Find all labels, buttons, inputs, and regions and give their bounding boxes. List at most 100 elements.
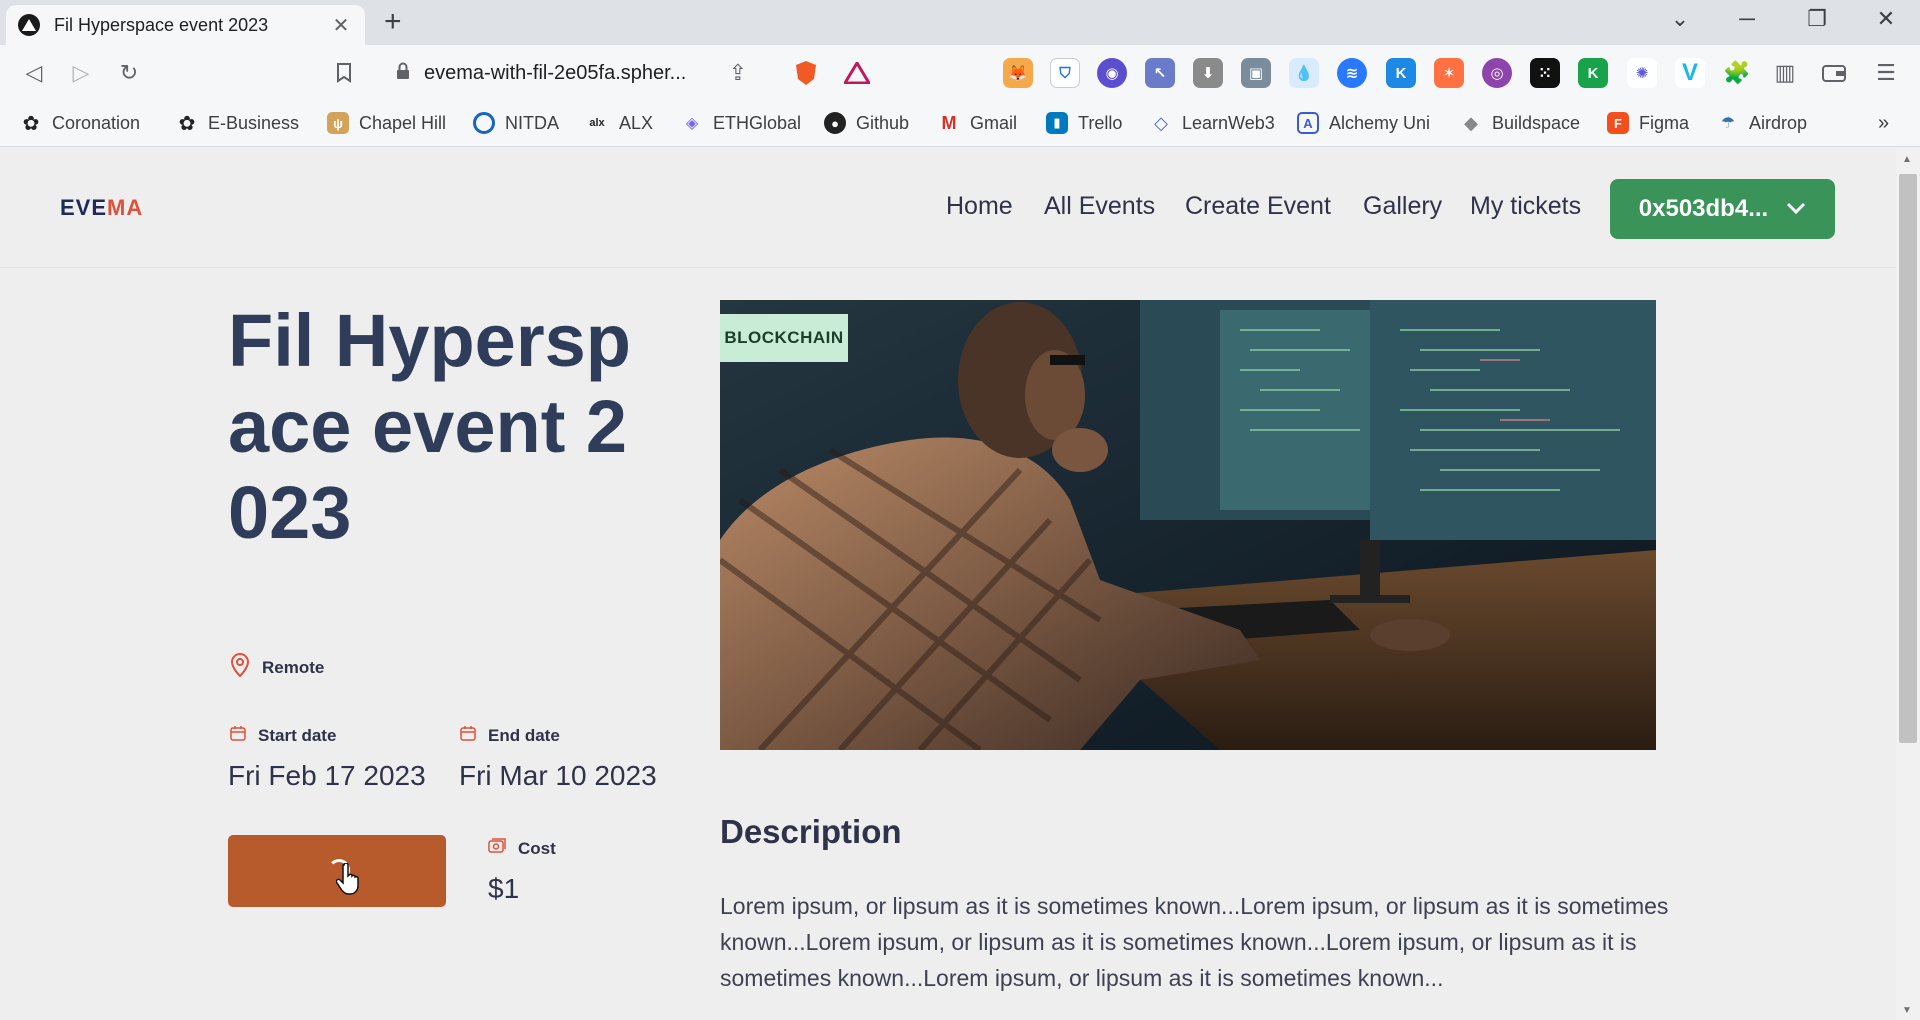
bookmark-item[interactable]: ◆ Buildspace — [1460, 110, 1580, 136]
bookmark-item[interactable]: M Gmail — [938, 110, 1018, 136]
airdrop-icon: ☂ — [1720, 115, 1736, 132]
extension-circle-icon[interactable]: ◉ — [1097, 58, 1127, 88]
bookmark-label: Chapel Hill — [359, 112, 447, 133]
browser-toolbar: ◁ ▷ ↻ evema-with-fil-2e05fa.spher... ⇪ 🦊… — [0, 45, 1920, 100]
bookmark-item[interactable]: ψ Chapel Hill — [327, 110, 446, 136]
chevron-down-icon — [1786, 199, 1806, 220]
shield-extension-icon[interactable]: ⛉ — [1050, 58, 1080, 88]
restore-icon[interactable]: ❐ — [1797, 6, 1837, 32]
nav-gallery[interactable]: Gallery — [1363, 192, 1442, 221]
bookmark-item[interactable]: ◇ LearnWeb3 — [1150, 110, 1275, 136]
bookmark-label: Airdrop — [1749, 112, 1808, 133]
brave-shields-icon[interactable] — [790, 57, 822, 89]
wallet-address: 0x503db4... — [1638, 195, 1769, 222]
bookmark-label: E-Business — [208, 112, 300, 133]
bookmark-label: Alchemy Uni — [1329, 112, 1431, 133]
close-window-icon[interactable]: ✕ — [1866, 6, 1906, 32]
scrollbar-thumb[interactable] — [1899, 174, 1917, 743]
bookmark-item[interactable]: F Figma — [1607, 110, 1689, 136]
extension-cursor-icon[interactable]: ↖ — [1145, 58, 1175, 88]
extension-image-icon[interactable]: ▣ — [1241, 58, 1271, 88]
buy-ticket-button[interactable] — [228, 835, 446, 907]
bookmark-item[interactable]: alx ALX — [585, 110, 653, 136]
gmail-icon: M — [941, 112, 957, 133]
end-date-value: Fri Mar 10 2023 — [459, 760, 657, 791]
bookmark-label: NITDA — [505, 112, 559, 133]
bookmark-item[interactable]: ✿ E-Business — [176, 110, 299, 136]
bookmark-item[interactable]: ◈ ETHGlobal — [681, 110, 801, 136]
ethglobal-icon: ◈ — [685, 115, 699, 132]
bookmark-label: LearnWeb3 — [1182, 112, 1275, 133]
event-location: Remote — [230, 652, 324, 682]
trello-icon: ▮ — [1046, 112, 1068, 134]
reload-icon[interactable]: ↻ — [113, 57, 145, 89]
back-icon[interactable]: ◁ — [18, 57, 50, 89]
end-date-label-text: End date — [488, 725, 560, 745]
bookmark-item[interactable]: ✿ Coronation — [20, 110, 140, 136]
menu-icon[interactable]: ☰ — [1870, 57, 1902, 89]
tab-search-icon[interactable]: ⌄ — [1660, 6, 1700, 32]
bookmark-label: Gmail — [970, 112, 1018, 133]
event-title: Fil Hyperspace event 2023 — [228, 299, 631, 554]
bookmark-label: ETHGlobal — [713, 112, 802, 133]
chapel-hill-icon: ψ — [327, 112, 349, 134]
browser-tab[interactable]: Fil Hyperspace event 2023 ✕ — [6, 5, 365, 45]
bookmarks-bar: ✿ Coronation ✿ E-Business ψ Chapel Hill NIT… — [0, 100, 1920, 147]
nav-home[interactable]: Home — [946, 192, 1013, 221]
cost-label-text: Cost — [518, 838, 556, 858]
site-logo[interactable]: EVEMA — [60, 195, 143, 221]
sidebar-icon[interactable]: ▥ — [1769, 57, 1801, 89]
bookmark-item[interactable]: ● Github — [824, 110, 909, 136]
end-date-label: End date — [460, 725, 560, 746]
bookmark-label: Figma — [1639, 112, 1690, 133]
event-image: BLOCKCHAIN — [720, 300, 1656, 750]
share-icon[interactable]: ⇪ — [722, 57, 754, 89]
tab-close-icon[interactable]: ✕ — [329, 13, 353, 38]
nav-all-events[interactable]: All Events — [1044, 192, 1155, 221]
learnweb3-icon: ◇ — [1154, 112, 1168, 133]
nitda-icon — [473, 112, 495, 134]
tab-favicon-icon — [18, 14, 40, 36]
extensions-puzzle-icon[interactable]: 🧩 — [1721, 57, 1753, 89]
location-pin-icon — [230, 652, 250, 682]
extension-dots-icon[interactable]: ⁙ — [1530, 58, 1560, 88]
extension-wave-icon[interactable]: ≋ — [1337, 58, 1367, 88]
new-tab-icon[interactable]: + — [384, 7, 402, 37]
metamask-icon[interactable]: 🦊 — [1003, 58, 1033, 88]
more-bookmarks-icon[interactable]: » — [1878, 110, 1889, 136]
alx-icon: alx — [589, 117, 605, 129]
bookmark-label: ALX — [619, 112, 654, 133]
bookmark-icon[interactable] — [328, 57, 360, 89]
nav-my-tickets[interactable]: My tickets — [1470, 192, 1581, 221]
bookmark-label: Coronation — [52, 112, 141, 133]
brave-rewards-icon[interactable] — [841, 57, 873, 89]
bookmark-item[interactable]: ☂ Airdrop — [1717, 110, 1807, 136]
bookmark-item[interactable]: ▮ Trello — [1046, 110, 1122, 136]
extension-v-icon[interactable]: V — [1675, 58, 1705, 88]
scroll-down-icon[interactable]: ▼ — [1902, 1005, 1912, 1016]
extension-download-icon[interactable]: ⬇ — [1193, 58, 1223, 88]
address-bar[interactable]: evema-with-fil-2e05fa.spher... — [378, 52, 918, 94]
bookmark-label: Trello — [1078, 112, 1123, 133]
bookmark-item[interactable]: NITDA — [473, 110, 559, 136]
wallet-icon[interactable] — [1818, 57, 1850, 89]
extension-spark-icon[interactable]: ✶ — [1434, 58, 1464, 88]
bookmark-item[interactable]: A Alchemy Uni — [1297, 110, 1430, 136]
tab-title: Fil Hyperspace event 2023 — [54, 14, 269, 35]
extension-ring-icon[interactable]: ◎ — [1482, 58, 1512, 88]
nav-create-event[interactable]: Create Event — [1185, 192, 1331, 221]
coronation-icon: ✿ — [22, 112, 40, 135]
wallet-button[interactable]: 0x503db4... — [1610, 179, 1835, 239]
scroll-up-icon[interactable]: ▲ — [1902, 154, 1912, 165]
forward-icon[interactable]: ▷ — [65, 57, 97, 89]
site-header: EVEMA Home All Events Create Event Galle… — [0, 148, 1896, 268]
category-badge: BLOCKCHAIN — [720, 314, 848, 362]
hand-cursor-icon — [335, 862, 362, 900]
extension-k-icon[interactable]: K — [1386, 58, 1416, 88]
page-scrollbar[interactable]: ▲ ▼ — [1896, 148, 1920, 1020]
minimize-icon[interactable]: ─ — [1727, 6, 1767, 32]
extension-kc-icon[interactable]: K — [1578, 58, 1608, 88]
extension-drop-icon[interactable]: 💧 — [1289, 58, 1319, 88]
ticket-icon — [488, 838, 506, 859]
extension-asterisk-icon[interactable]: ✺ — [1627, 58, 1657, 88]
